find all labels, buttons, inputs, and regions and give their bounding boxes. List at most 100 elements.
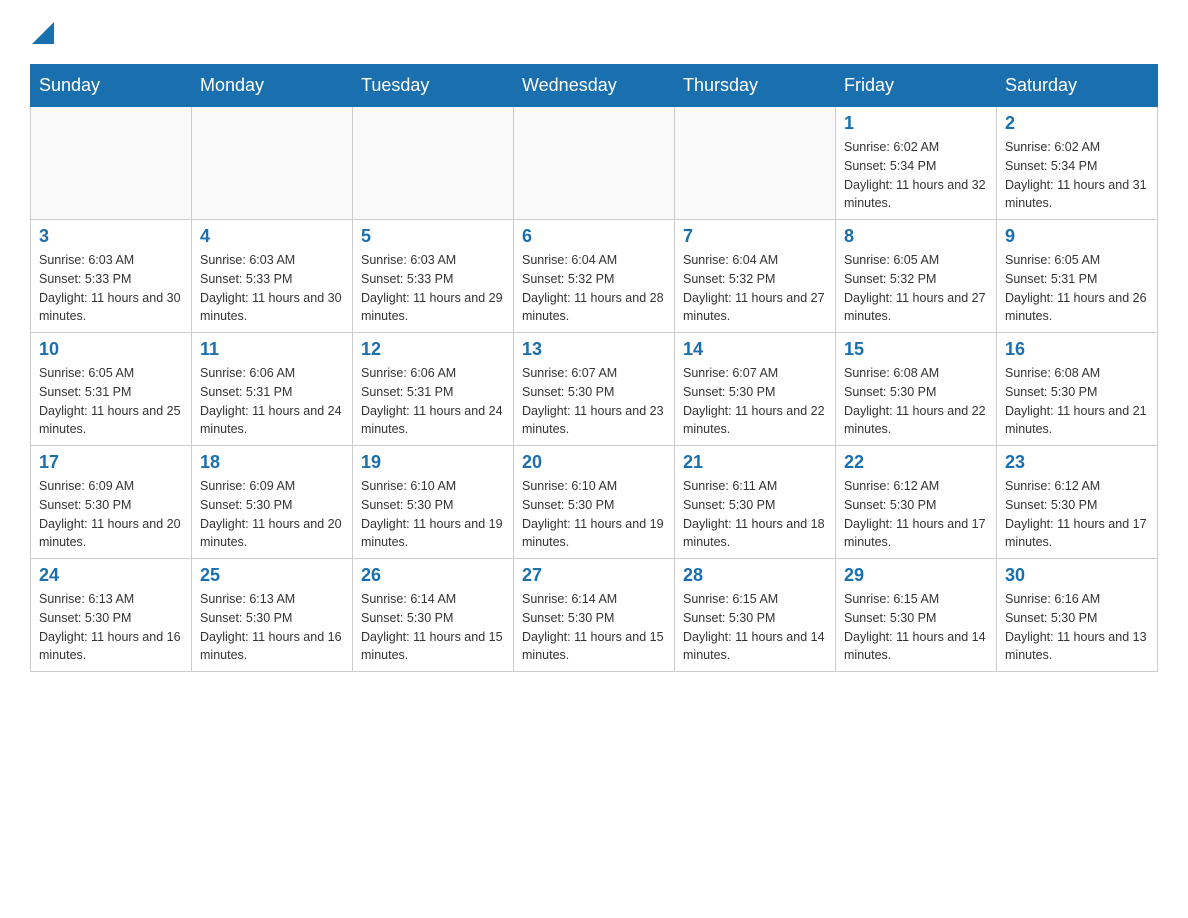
calendar-cell: 22 Sunrise: 6:12 AMSunset: 5:30 PMDayligh… [836, 446, 997, 559]
day-info: Sunrise: 6:11 AMSunset: 5:30 PMDaylight:… [683, 477, 827, 552]
day-number: 30 [1005, 565, 1149, 586]
calendar-cell: 1 Sunrise: 6:02 AMSunset: 5:34 PMDaylight… [836, 107, 997, 220]
day-number: 25 [200, 565, 344, 586]
calendar-cell: 19 Sunrise: 6:10 AMSunset: 5:30 PMDayligh… [353, 446, 514, 559]
calendar-week-5: 24Sunrise: 6:13 AMSunset: 5:30 PMDayligh… [31, 559, 1158, 672]
day-info: Sunrise: 6:08 AMSunset: 5:30 PMDaylight:… [1005, 364, 1149, 439]
calendar-cell: 12Sunrise: 6:06 AMSunset: 5:31 PMDayligh… [353, 333, 514, 446]
day-info: Sunrise: 6:05 AMSunset: 5:32 PMDaylight:… [844, 251, 988, 326]
calendar-cell: 25 Sunrise: 6:13 AMSunset: 5:30 PMDayligh… [192, 559, 353, 672]
calendar-cell: 17 Sunrise: 6:09 AMSunset: 5:30 PMDayligh… [31, 446, 192, 559]
day-info: Sunrise: 6:14 AMSunset: 5:30 PMDaylight:… [361, 590, 505, 665]
day-info: Sunrise: 6:03 AMSunset: 5:33 PMDaylight:… [200, 251, 344, 326]
page-header [30, 20, 1158, 44]
day-number: 27 [522, 565, 666, 586]
day-info: Sunrise: 6:12 AMSunset: 5:30 PMDaylight:… [844, 477, 988, 552]
calendar-cell: 4 Sunrise: 6:03 AMSunset: 5:33 PMDaylight… [192, 220, 353, 333]
day-info: Sunrise: 6:04 AMSunset: 5:32 PMDaylight:… [522, 251, 666, 326]
day-number: 7 [683, 226, 827, 247]
calendar-cell: 27Sunrise: 6:14 AMSunset: 5:30 PMDayligh… [514, 559, 675, 672]
calendar-cell: 8 Sunrise: 6:05 AMSunset: 5:32 PMDaylight… [836, 220, 997, 333]
day-info: Sunrise: 6:06 AMSunset: 5:31 PMDaylight:… [361, 364, 505, 439]
calendar-cell: 6 Sunrise: 6:04 AMSunset: 5:32 PMDaylight… [514, 220, 675, 333]
day-info: Sunrise: 6:09 AMSunset: 5:30 PMDaylight:… [200, 477, 344, 552]
day-number: 13 [522, 339, 666, 360]
calendar-cell: 2 Sunrise: 6:02 AMSunset: 5:34 PMDaylight… [997, 107, 1158, 220]
calendar-week-1: 1 Sunrise: 6:02 AMSunset: 5:34 PMDaylight… [31, 107, 1158, 220]
day-info: Sunrise: 6:03 AMSunset: 5:33 PMDaylight:… [39, 251, 183, 326]
day-number: 4 [200, 226, 344, 247]
calendar-cell: 7 Sunrise: 6:04 AMSunset: 5:32 PMDaylight… [675, 220, 836, 333]
day-info: Sunrise: 6:15 AMSunset: 5:30 PMDaylight:… [683, 590, 827, 665]
calendar-cell: 15Sunrise: 6:08 AMSunset: 5:30 PMDayligh… [836, 333, 997, 446]
day-number: 20 [522, 452, 666, 473]
calendar-header-wednesday: Wednesday [514, 65, 675, 107]
calendar-cell: 21 Sunrise: 6:11 AMSunset: 5:30 PMDayligh… [675, 446, 836, 559]
calendar-header-monday: Monday [192, 65, 353, 107]
day-number: 10 [39, 339, 183, 360]
logo [30, 20, 54, 44]
day-info: Sunrise: 6:16 AMSunset: 5:30 PMDaylight:… [1005, 590, 1149, 665]
calendar-header-sunday: Sunday [31, 65, 192, 107]
day-number: 22 [844, 452, 988, 473]
day-info: Sunrise: 6:02 AMSunset: 5:34 PMDaylight:… [1005, 138, 1149, 213]
day-number: 17 [39, 452, 183, 473]
day-info: Sunrise: 6:04 AMSunset: 5:32 PMDaylight:… [683, 251, 827, 326]
day-info: Sunrise: 6:10 AMSunset: 5:30 PMDaylight:… [361, 477, 505, 552]
day-info: Sunrise: 6:09 AMSunset: 5:30 PMDaylight:… [39, 477, 183, 552]
day-info: Sunrise: 6:05 AMSunset: 5:31 PMDaylight:… [39, 364, 183, 439]
calendar-cell: 3 Sunrise: 6:03 AMSunset: 5:33 PMDaylight… [31, 220, 192, 333]
calendar-cell: 29Sunrise: 6:15 AMSunset: 5:30 PMDayligh… [836, 559, 997, 672]
calendar-cell: 18 Sunrise: 6:09 AMSunset: 5:30 PMDayligh… [192, 446, 353, 559]
day-number: 6 [522, 226, 666, 247]
calendar-cell: 28 Sunrise: 6:15 AMSunset: 5:30 PMDayligh… [675, 559, 836, 672]
day-number: 9 [1005, 226, 1149, 247]
day-number: 23 [1005, 452, 1149, 473]
day-info: Sunrise: 6:02 AMSunset: 5:34 PMDaylight:… [844, 138, 988, 213]
calendar-cell: 20 Sunrise: 6:10 AMSunset: 5:30 PMDayligh… [514, 446, 675, 559]
calendar-cell: 16 Sunrise: 6:08 AMSunset: 5:30 PMDayligh… [997, 333, 1158, 446]
day-number: 26 [361, 565, 505, 586]
calendar-cell [31, 107, 192, 220]
day-number: 3 [39, 226, 183, 247]
day-number: 1 [844, 113, 988, 134]
calendar-header-friday: Friday [836, 65, 997, 107]
day-info: Sunrise: 6:03 AMSunset: 5:33 PMDaylight:… [361, 251, 505, 326]
calendar-week-2: 3 Sunrise: 6:03 AMSunset: 5:33 PMDaylight… [31, 220, 1158, 333]
day-info: Sunrise: 6:12 AMSunset: 5:30 PMDaylight:… [1005, 477, 1149, 552]
day-info: Sunrise: 6:13 AMSunset: 5:30 PMDaylight:… [200, 590, 344, 665]
day-number: 28 [683, 565, 827, 586]
calendar-cell: 11Sunrise: 6:06 AMSunset: 5:31 PMDayligh… [192, 333, 353, 446]
day-number: 15 [844, 339, 988, 360]
logo-triangle-icon [32, 22, 54, 44]
calendar-cell [514, 107, 675, 220]
calendar-week-4: 17 Sunrise: 6:09 AMSunset: 5:30 PMDayligh… [31, 446, 1158, 559]
calendar-cell: 24Sunrise: 6:13 AMSunset: 5:30 PMDayligh… [31, 559, 192, 672]
calendar-cell [192, 107, 353, 220]
day-info: Sunrise: 6:05 AMSunset: 5:31 PMDaylight:… [1005, 251, 1149, 326]
calendar-cell [353, 107, 514, 220]
day-number: 8 [844, 226, 988, 247]
calendar-cell: 23 Sunrise: 6:12 AMSunset: 5:30 PMDayligh… [997, 446, 1158, 559]
day-number: 21 [683, 452, 827, 473]
calendar-week-3: 10 Sunrise: 6:05 AMSunset: 5:31 PMDayligh… [31, 333, 1158, 446]
day-info: Sunrise: 6:13 AMSunset: 5:30 PMDaylight:… [39, 590, 183, 665]
calendar-cell: 14Sunrise: 6:07 AMSunset: 5:30 PMDayligh… [675, 333, 836, 446]
day-number: 2 [1005, 113, 1149, 134]
calendar-cell: 10 Sunrise: 6:05 AMSunset: 5:31 PMDayligh… [31, 333, 192, 446]
calendar-cell [675, 107, 836, 220]
calendar-table: SundayMondayTuesdayWednesdayThursdayFrid… [30, 64, 1158, 672]
calendar-header-thursday: Thursday [675, 65, 836, 107]
day-number: 5 [361, 226, 505, 247]
day-number: 16 [1005, 339, 1149, 360]
calendar-cell: 9 Sunrise: 6:05 AMSunset: 5:31 PMDaylight… [997, 220, 1158, 333]
day-info: Sunrise: 6:07 AMSunset: 5:30 PMDaylight:… [522, 364, 666, 439]
day-info: Sunrise: 6:06 AMSunset: 5:31 PMDaylight:… [200, 364, 344, 439]
day-number: 14 [683, 339, 827, 360]
day-number: 29 [844, 565, 988, 586]
calendar-header-tuesday: Tuesday [353, 65, 514, 107]
day-info: Sunrise: 6:10 AMSunset: 5:30 PMDaylight:… [522, 477, 666, 552]
calendar-cell: 5 Sunrise: 6:03 AMSunset: 5:33 PMDaylight… [353, 220, 514, 333]
day-number: 18 [200, 452, 344, 473]
day-number: 19 [361, 452, 505, 473]
